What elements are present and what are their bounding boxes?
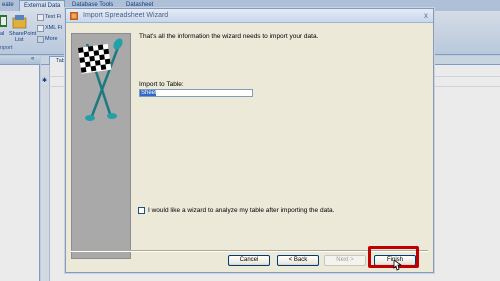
import-to-table-input[interactable] [139, 89, 253, 97]
close-button[interactable]: x [421, 11, 431, 21]
dialog-title: Import Spreadsheet Wizard [83, 12, 169, 19]
mouse-cursor-icon [393, 260, 402, 271]
wizard-artwork-panel [71, 33, 131, 259]
analyze-table-checkbox[interactable] [138, 207, 145, 214]
next-button[interactable]: Next > [324, 255, 366, 266]
import-to-table-value[interactable]: Sheet1 [140, 90, 156, 96]
intro-text: That's all the information the wizard ne… [139, 33, 319, 40]
cancel-button[interactable]: Cancel [228, 255, 270, 266]
dialog-title-bar[interactable]: Import Spreadsheet Wizard x [66, 9, 433, 23]
back-button[interactable]: < Back [277, 255, 319, 266]
import-to-table-label: Import to Table: [139, 81, 184, 88]
wizard-icon [70, 12, 78, 20]
checkered-flag-icon [78, 38, 123, 121]
import-to-table-label-text: Import to Table: [139, 81, 184, 88]
import-spreadsheet-wizard: Import Spreadsheet Wizard x That's all t… [65, 8, 434, 273]
analyze-table-label[interactable]: I would like a wizard to analyze my tabl… [148, 207, 334, 214]
